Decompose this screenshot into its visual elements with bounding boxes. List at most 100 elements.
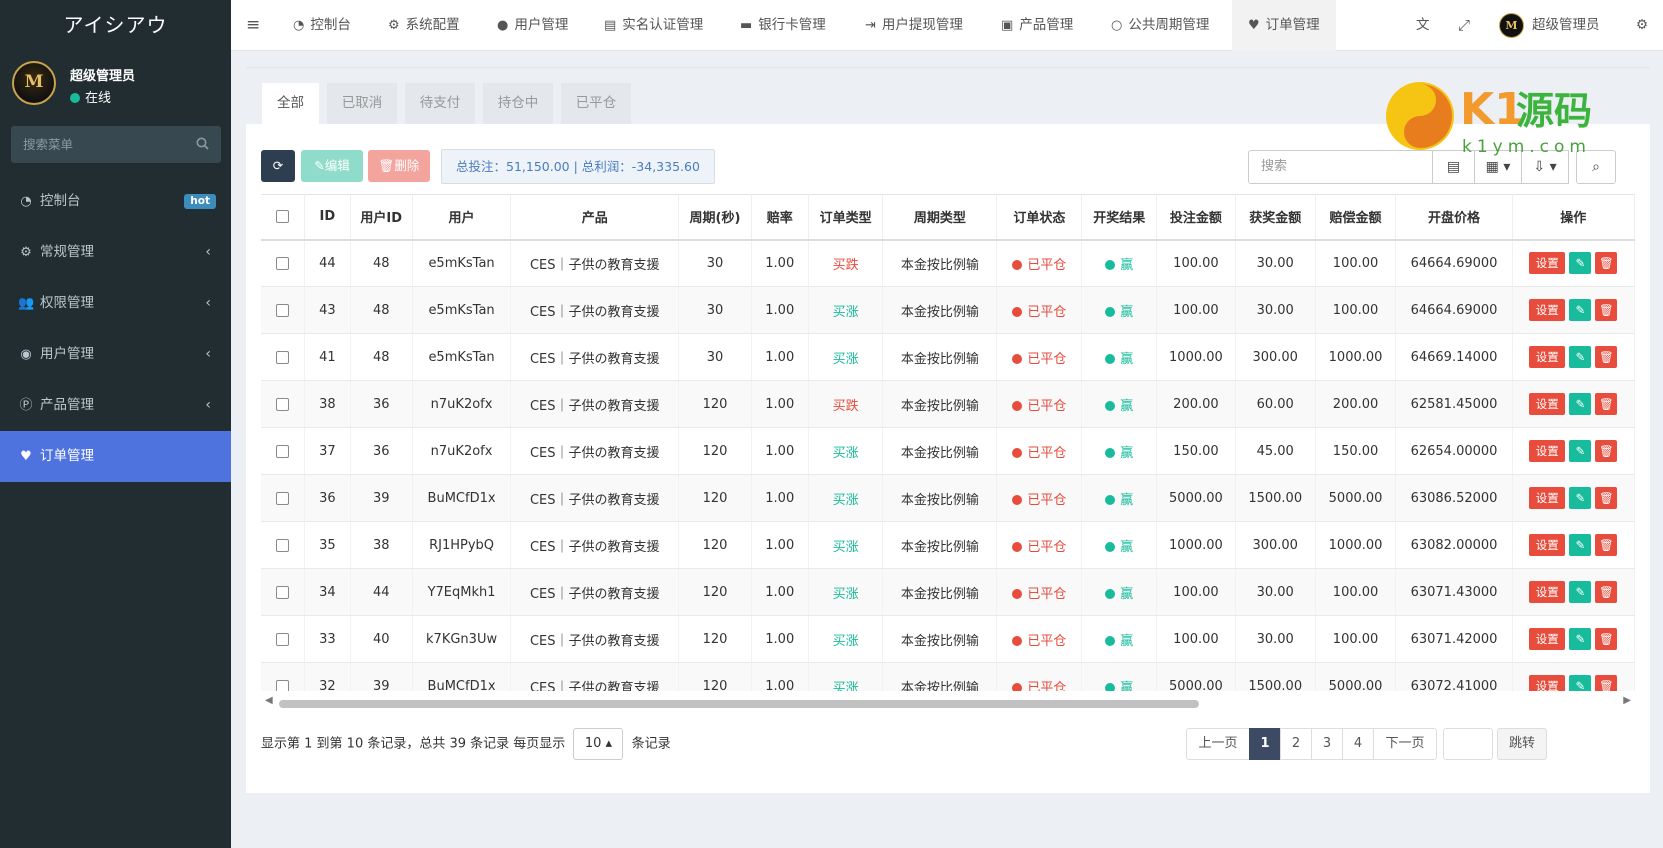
set-button[interactable]: 设置 xyxy=(1529,628,1566,650)
edit-pencil-icon[interactable]: ✎ xyxy=(1569,628,1592,650)
edit-pencil-icon[interactable]: ✎ xyxy=(1569,487,1592,509)
table-row[interactable]: 35 38 RJ1HPybQ CES｜子供の教育支援 120 1.00 买涨 本金按比例输 已平… xyxy=(261,521,1635,569)
page-4-button[interactable]: 4 xyxy=(1342,728,1374,760)
tab-all[interactable]: 全部 xyxy=(262,83,319,124)
delete-trash-icon[interactable]: 🗑 xyxy=(1595,346,1618,368)
column-header[interactable]: 产品 xyxy=(510,194,680,241)
settings-gear-icon[interactable]: ⚙ xyxy=(1636,0,1648,51)
select-all-checkbox[interactable] xyxy=(261,194,306,241)
topnav-withdraw[interactable]: ⇥ 用户提现管理 xyxy=(865,0,963,51)
table-row[interactable]: 33 40 k7KGn3Uw CES｜子供の教育支援 120 1.00 买涨 本金按比例输 已平… xyxy=(261,615,1635,663)
table-row[interactable]: 43 48 e5mKsTan CES｜子供の教育支援 30 1.00 买涨 本金按比例输 已平仓… xyxy=(261,286,1635,334)
set-button[interactable]: 设置 xyxy=(1529,393,1566,415)
language-icon[interactable]: 文 xyxy=(1416,0,1430,51)
column-header[interactable]: 开奖结果 xyxy=(1081,194,1158,241)
row-checkbox[interactable] xyxy=(276,585,290,599)
row-checkbox[interactable] xyxy=(276,303,290,317)
column-header[interactable]: 赔偿金额 xyxy=(1315,194,1397,241)
topnav-system-config[interactable]: ⚙ 系统配置 xyxy=(388,0,460,51)
edit-pencil-icon[interactable]: ✎ xyxy=(1569,346,1592,368)
set-button[interactable]: 设置 xyxy=(1529,534,1566,556)
delete-trash-icon[interactable]: 🗑 xyxy=(1595,299,1618,321)
column-header[interactable]: 订单类型 xyxy=(808,194,884,241)
search-icon[interactable] xyxy=(196,137,209,154)
tab-pending-payment[interactable]: 待支付 xyxy=(405,83,475,124)
sidebar-item-general[interactable]: ⚙ 常规管理 ‹ xyxy=(0,227,231,278)
sidebar-toggle-icon[interactable]: ≡ xyxy=(246,0,260,51)
table-row[interactable]: 36 39 BuMCfD1x CES｜子供の教育支援 120 1.00 买涨 本金按比例输 已平… xyxy=(261,474,1635,522)
set-button[interactable]: 设置 xyxy=(1529,581,1566,603)
set-button[interactable]: 设置 xyxy=(1529,675,1566,691)
jump-page-input[interactable] xyxy=(1443,728,1493,760)
column-header[interactable]: ID xyxy=(304,194,351,241)
row-checkbox[interactable] xyxy=(276,491,290,505)
set-button[interactable]: 设置 xyxy=(1529,487,1566,509)
scroll-right-icon[interactable]: ▶ xyxy=(1623,695,1631,706)
row-checkbox[interactable] xyxy=(276,538,290,552)
sidebar-item-products[interactable]: Ⓟ 产品管理 ‹ xyxy=(0,380,231,431)
delete-trash-icon[interactable]: 🗑 xyxy=(1595,675,1618,691)
topnav-dashboard[interactable]: ◔ 控制台 xyxy=(293,0,351,51)
page-1-button[interactable]: 1 xyxy=(1249,728,1281,760)
delete-trash-icon[interactable]: 🗑 xyxy=(1595,628,1618,650)
edit-pencil-icon[interactable]: ✎ xyxy=(1569,252,1592,275)
table-row[interactable]: 34 44 Y7EqMkh1 CES｜子供の教育支援 120 1.00 买涨 本金按比例输 已平… xyxy=(261,568,1635,616)
sidebar-item-users[interactable]: ◉ 用户管理 ‹ xyxy=(0,329,231,380)
column-header[interactable]: 用户 xyxy=(412,194,512,241)
tab-holding[interactable]: 持仓中 xyxy=(483,83,553,124)
page-3-button[interactable]: 3 xyxy=(1311,728,1343,760)
page-2-button[interactable]: 2 xyxy=(1280,728,1312,760)
set-button[interactable]: 设置 xyxy=(1529,440,1566,462)
edit-pencil-icon[interactable]: ✎ xyxy=(1569,440,1592,462)
row-checkbox[interactable] xyxy=(276,632,290,646)
column-header[interactable]: 订单状态 xyxy=(996,194,1083,241)
sidebar-item-permission[interactable]: 👥 权限管理 ‹ xyxy=(0,278,231,329)
delete-trash-icon[interactable]: 🗑 xyxy=(1595,534,1618,556)
column-header[interactable]: 投注金额 xyxy=(1156,194,1236,241)
fullscreen-icon[interactable]: ⤢ xyxy=(1458,0,1470,51)
horizontal-scrollbar[interactable]: ◀ ▶ xyxy=(261,695,1635,711)
delete-trash-icon[interactable]: 🗑 xyxy=(1595,393,1618,415)
edit-pencil-icon[interactable]: ✎ xyxy=(1569,393,1592,415)
table-row[interactable]: 32 39 BuMCfD1x CES｜子供の教育支援 120 1.00 买涨 本金按比例输 已平… xyxy=(261,662,1635,691)
row-checkbox[interactable] xyxy=(276,444,290,458)
tab-closed[interactable]: 已平仓 xyxy=(561,83,631,124)
row-checkbox[interactable] xyxy=(276,350,290,364)
table-row[interactable]: 38 36 n7uK2ofx CES｜子供の教育支援 120 1.00 买跌 本金按比例输 已平… xyxy=(261,380,1635,428)
edit-pencil-icon[interactable]: ✎ xyxy=(1569,534,1592,556)
topnav-bankcard[interactable]: ▬ 银行卡管理 xyxy=(740,0,826,51)
table-row[interactable]: 41 48 e5mKsTan CES｜子供の教育支援 30 1.00 买涨 本金按比例输 已平仓… xyxy=(261,333,1635,381)
set-button[interactable]: 设置 xyxy=(1529,346,1566,368)
menu-search-input[interactable] xyxy=(11,126,181,163)
edit-button[interactable]: ✎编辑 xyxy=(301,150,363,182)
topnav-periods[interactable]: ○ 公共周期管理 xyxy=(1111,0,1209,51)
column-header[interactable]: 获奖金额 xyxy=(1235,194,1316,241)
topnav-realname-auth[interactable]: ▤ 实名认证管理 xyxy=(604,0,703,51)
delete-trash-icon[interactable]: 🗑 xyxy=(1595,487,1618,509)
row-checkbox[interactable] xyxy=(276,256,290,270)
sidebar-item-dashboard[interactable]: ◔ 控制台 hot xyxy=(0,176,231,227)
edit-pencil-icon[interactable]: ✎ xyxy=(1569,581,1592,603)
row-checkbox[interactable] xyxy=(276,397,290,411)
topnav-user-management[interactable]: ● 用户管理 xyxy=(497,0,568,51)
prev-page-button[interactable]: 上一页 xyxy=(1186,728,1250,760)
row-checkbox[interactable] xyxy=(276,679,290,691)
column-header[interactable]: 周期(秒) xyxy=(678,194,752,241)
checkbox[interactable] xyxy=(276,210,290,224)
delete-button[interactable]: 🗑删除 xyxy=(368,150,430,182)
column-header[interactable]: 用户ID xyxy=(350,194,413,241)
scroll-left-icon[interactable]: ◀ xyxy=(265,695,273,706)
edit-pencil-icon[interactable]: ✎ xyxy=(1569,299,1592,321)
scrollbar-thumb[interactable] xyxy=(279,700,1199,708)
jump-button[interactable]: 跳转 xyxy=(1497,728,1547,760)
column-header[interactable]: 赔率 xyxy=(751,194,809,241)
tab-cancelled[interactable]: 已取消 xyxy=(327,83,397,124)
delete-trash-icon[interactable]: 🗑 xyxy=(1595,252,1618,275)
brand-logo[interactable]: アイシアウ xyxy=(0,0,231,51)
admin-menu[interactable]: M 超级管理员 xyxy=(1499,0,1600,51)
delete-trash-icon[interactable]: 🗑 xyxy=(1595,440,1618,462)
column-header[interactable]: 开盘价格 xyxy=(1395,194,1513,241)
delete-trash-icon[interactable]: 🗑 xyxy=(1595,581,1618,603)
page-size-select[interactable]: 10 ▴ xyxy=(573,728,624,760)
table-row[interactable]: 37 36 n7uK2ofx CES｜子供の教育支援 120 1.00 买涨 本金按比例输 已平… xyxy=(261,427,1635,475)
